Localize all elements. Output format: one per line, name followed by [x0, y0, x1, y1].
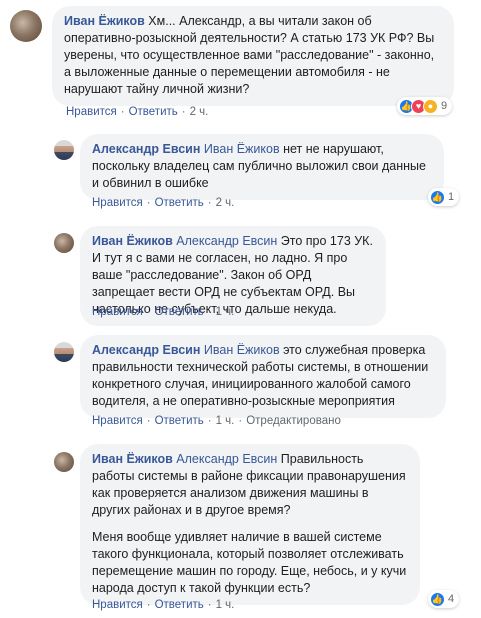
reply-link[interactable]: Ответить — [155, 599, 204, 611]
comment-author[interactable]: Александр Евсин — [92, 343, 200, 357]
reply-link[interactable]: Ответить — [155, 197, 204, 209]
comment-actions: Нравится · Ответить · 2 ч. — [92, 197, 235, 209]
comment-actions: Нравится · Ответить · 1 ч. · Отредактировано — [92, 415, 341, 427]
avatar[interactable] — [54, 140, 74, 160]
avatar[interactable] — [54, 233, 74, 253]
like-link[interactable]: Нравится — [92, 415, 143, 427]
comment-author[interactable]: Иван Ёжиков — [92, 452, 173, 466]
reaction-count: 4 — [448, 593, 455, 605]
reply-link[interactable]: Ответить — [155, 306, 204, 318]
like-icon: 👍 — [430, 591, 445, 607]
like-icon: 👍 — [430, 189, 445, 205]
reply-link[interactable]: Ответить — [155, 415, 204, 427]
comment-bubble: Александр Евсин Иван Ёжиков нет не наруш… — [80, 134, 444, 200]
reactions-summary[interactable]: 👍 4 — [428, 590, 460, 608]
comment-bubble: Александр Евсин Иван Ёжиков это служебна… — [80, 335, 446, 418]
reactions-summary[interactable]: 👍 1 — [428, 188, 460, 206]
comment-text-paragraph: Меня вообще удивляет наличие в вашей сис… — [92, 530, 407, 595]
comment-bubble: Иван Ёжиков Александр Евсин Правильность… — [80, 444, 420, 605]
wow-icon: ● — [423, 98, 438, 114]
reactions-summary[interactable]: 👍 ♥ ● 9 — [397, 97, 453, 115]
comment-mention[interactable]: Иван Ёжиков — [204, 343, 280, 357]
comment-actions: Нравится · Ответить · 2 ч. — [66, 106, 209, 118]
reaction-count: 1 — [448, 191, 455, 203]
timestamp[interactable]: 1 ч. — [216, 599, 235, 611]
edited-label[interactable]: Отредактировано — [246, 415, 341, 427]
comment-mention[interactable]: Иван Ёжиков — [204, 142, 280, 156]
avatar[interactable] — [54, 342, 74, 362]
comment-mention[interactable]: Александр Евсин — [176, 452, 277, 466]
comment-author[interactable]: Иван Ёжиков — [92, 234, 173, 248]
avatar[interactable] — [54, 452, 74, 472]
comment-mention[interactable]: Александр Евсин — [176, 234, 277, 248]
like-link[interactable]: Нравится — [92, 197, 143, 209]
timestamp[interactable]: 2 ч. — [190, 106, 209, 118]
comment-actions: Нравится · Ответить · 1 ч. — [92, 599, 235, 611]
timestamp[interactable]: 1 ч. — [216, 306, 235, 318]
comment-actions: Нравится · Ответить · 1 ч. — [92, 306, 235, 318]
comment-bubble: Иван Ёжиков Хм... Александр, а вы читали… — [52, 6, 454, 106]
avatar[interactable] — [10, 10, 42, 42]
timestamp[interactable]: 1 ч. — [216, 415, 235, 427]
like-link[interactable]: Нравится — [92, 306, 143, 318]
comment-author[interactable]: Иван Ёжиков — [64, 14, 145, 28]
like-link[interactable]: Нравится — [92, 599, 143, 611]
reply-link[interactable]: Ответить — [129, 106, 178, 118]
like-link[interactable]: Нравится — [66, 106, 117, 118]
reaction-count: 9 — [441, 100, 448, 112]
comment-author[interactable]: Александр Евсин — [92, 142, 200, 156]
timestamp[interactable]: 2 ч. — [216, 197, 235, 209]
